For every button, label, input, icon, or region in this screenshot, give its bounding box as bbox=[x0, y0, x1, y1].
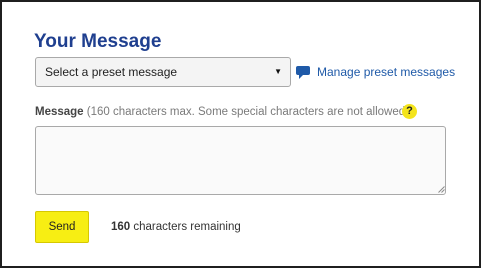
speech-bubble-icon bbox=[296, 66, 310, 79]
resize-grip-icon[interactable] bbox=[438, 186, 445, 193]
characters-remaining: 160 characters remaining bbox=[111, 221, 241, 233]
message-label-text: Message bbox=[35, 106, 84, 118]
remaining-count: 160 bbox=[111, 221, 131, 233]
message-field-label: Message (160 characters max. Some specia… bbox=[35, 106, 412, 118]
message-textarea[interactable] bbox=[35, 126, 446, 195]
manage-preset-messages-link[interactable]: Manage preset messages bbox=[295, 64, 455, 80]
preset-select-value: Select a preset message bbox=[45, 65, 178, 79]
help-icon[interactable]: ? bbox=[402, 104, 417, 119]
remaining-text: characters remaining bbox=[133, 221, 241, 233]
page-title: Your Message bbox=[34, 31, 162, 52]
message-length-hint: (160 characters max. Some special charac… bbox=[86, 106, 413, 118]
chevron-down-icon: ▼ bbox=[274, 67, 282, 76]
message-panel: Your Message Select a preset message ▼ M… bbox=[0, 0, 481, 268]
preset-message-select[interactable]: Select a preset message ▼ bbox=[35, 57, 291, 87]
send-button[interactable]: Send bbox=[35, 211, 89, 243]
manage-link-label: Manage preset messages bbox=[317, 65, 456, 79]
